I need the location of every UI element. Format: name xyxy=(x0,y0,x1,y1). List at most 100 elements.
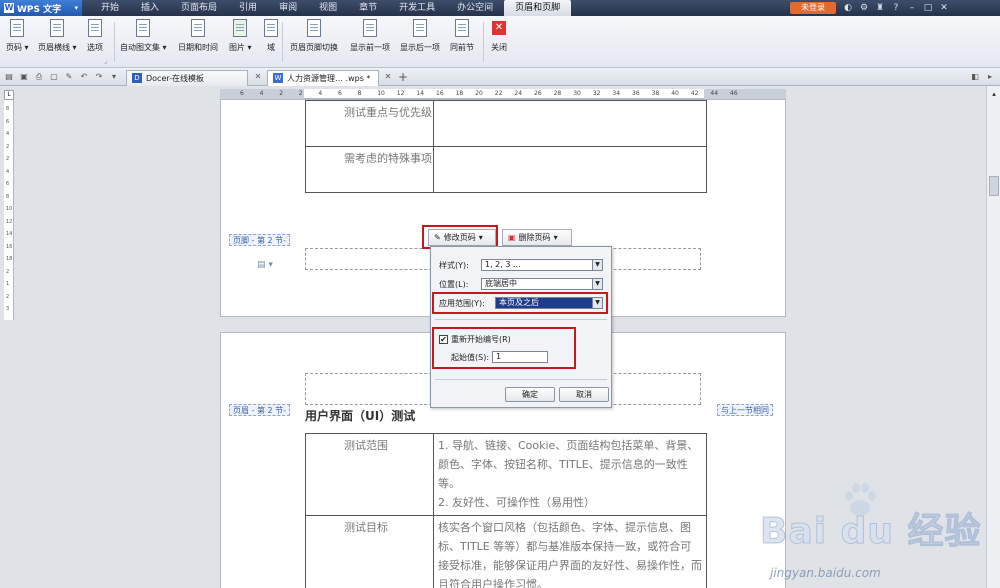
maximize-icon[interactable]: □ xyxy=(922,1,934,15)
tab-header-footer[interactable]: 页眉和页脚 xyxy=(504,0,572,16)
ruler-tick-label: 10 xyxy=(6,206,13,212)
ruler-tick-label: 4 xyxy=(259,90,264,97)
baidu-watermark: Bai du 经验 jingyan.baidu.com xyxy=(760,480,990,588)
ruler-tick-label: 2 xyxy=(6,293,10,300)
auto-text-button[interactable]: 自动图文集 ▾ xyxy=(120,19,167,53)
tab-view[interactable]: 视图 xyxy=(308,0,348,16)
tab-close-icon[interactable]: ✕ xyxy=(252,71,264,83)
show-previous-button[interactable]: 显示前一项 xyxy=(350,19,390,53)
dialog-divider xyxy=(435,319,607,320)
tab-developer[interactable]: 开发工具 xyxy=(388,0,446,16)
table-cell[interactable]: 核实各个窗口风格（包括颜色、字体、提示信息、图标、TITLE 等等）都与基准版本… xyxy=(433,515,707,588)
chevron-down-icon[interactable]: ▾ xyxy=(108,71,120,83)
ruler-tick-label: 28 xyxy=(553,90,562,97)
horizontal-ruler[interactable]: 6 4 2 2 4 6 8 10 12 14 16 18 20 22 24 26 28 30 32 34 36 38 40 4… xyxy=(220,89,786,99)
ruler-tick-label: 26 xyxy=(534,90,542,97)
save-icon[interactable]: ▣ xyxy=(18,71,30,83)
ruler-tick-label: 14 xyxy=(6,231,13,237)
ok-button[interactable]: 确定 xyxy=(505,387,555,402)
minimize-icon[interactable]: – xyxy=(906,1,918,15)
tab-insert[interactable]: 插入 xyxy=(130,0,170,16)
position-select[interactable]: 底端居中 ▼ xyxy=(481,278,603,290)
wps-logo-icon: W xyxy=(4,3,14,13)
ruler-tick-label: 4 xyxy=(318,90,323,97)
panel-toggle-icon[interactable]: ◧ xyxy=(969,71,981,83)
section-heading[interactable]: 用户界面（UI）测试 xyxy=(305,407,415,424)
scroll-up-icon[interactable]: ▴ xyxy=(989,90,999,100)
tab-references[interactable]: 引用 xyxy=(228,0,268,16)
docer-logo-icon: D xyxy=(132,73,142,83)
delete-page-number-button[interactable]: ▣ 删除页码 ▾ xyxy=(502,229,572,246)
table-cell[interactable]: 测试范围 xyxy=(305,433,434,516)
tab-docer-templates[interactable]: D Docer-在线模板 xyxy=(126,69,248,86)
tab-home[interactable]: 开始 xyxy=(90,0,130,16)
header-line-button[interactable]: 页眉横线 ▾ xyxy=(38,19,77,53)
ribbon-divider xyxy=(483,22,484,62)
table-cell[interactable]: 测试重点与优先级 xyxy=(305,100,434,147)
table-row: 测试目标 核实各个窗口风格（包括颜色、字体、提示信息、图标、TITLE 等等）都… xyxy=(305,515,707,588)
ruler-tick-label: 14 xyxy=(416,90,425,97)
table-cell[interactable] xyxy=(433,100,707,147)
tab-layout[interactable]: 页面布局 xyxy=(170,0,228,16)
ruler-tick-label: 32 xyxy=(592,90,601,97)
panel-arrow-icon[interactable]: ▸ xyxy=(984,71,996,83)
ruler-tick-label: 30 xyxy=(573,90,581,97)
ruler-tick-label: 1 xyxy=(6,281,10,287)
delete-icon: ▣ xyxy=(508,233,516,242)
tab-stop-icon[interactable]: L xyxy=(4,90,14,100)
page-number-icon xyxy=(10,19,25,37)
tab-office-space[interactable]: 办公空间 xyxy=(446,0,504,16)
redo-icon[interactable]: ↷ xyxy=(93,71,105,83)
scrollbar-thumb[interactable] xyxy=(989,176,999,196)
tab-hr-document[interactable]: W 人力资源管理… .wps * xyxy=(267,69,379,86)
style-select[interactable]: 1, 2, 3 ... ▼ xyxy=(481,259,603,271)
chevron-down-icon[interactable]: ▼ xyxy=(592,279,602,289)
header-section-label: 页眉 - 第 2 节- xyxy=(229,404,291,416)
chevron-down-icon[interactable]: ▼ xyxy=(592,260,602,270)
date-time-button[interactable]: 日期和时间 xyxy=(178,19,218,53)
wps-doc-icon: W xyxy=(273,73,283,83)
paragraph-icon[interactable]: ▤ ▾ xyxy=(257,260,273,270)
table-cell[interactable]: 测试目标 xyxy=(305,515,434,588)
login-button[interactable]: 未登录 xyxy=(790,2,836,14)
cancel-button[interactable]: 取消 xyxy=(559,387,609,402)
close-window-icon[interactable]: ✕ xyxy=(938,1,950,15)
tab-close-icon[interactable]: ✕ xyxy=(382,71,394,83)
skin-icon[interactable]: ◐ xyxy=(842,1,854,15)
ruler-tick-label: 2 xyxy=(298,90,303,97)
switch-header-footer-button[interactable]: 页眉页脚切换 xyxy=(290,19,338,53)
settings-icon[interactable]: ⚙ xyxy=(858,1,870,15)
watermark-url: jingyan.baidu.com xyxy=(770,566,881,580)
print-icon[interactable]: ⎙ xyxy=(33,71,45,83)
format-painter-icon[interactable]: ✎ xyxy=(63,71,75,83)
table-cell[interactable] xyxy=(433,146,707,193)
close-header-footer-button[interactable]: ✕ 关闭 xyxy=(490,19,508,53)
ruler-tick-label: 2 xyxy=(6,156,10,162)
table-cell[interactable]: 需考虑的特殊事项 xyxy=(305,146,434,193)
tab-section[interactable]: 章节 xyxy=(348,0,388,16)
app-menu-button[interactable]: W WPS 文字 ▾ xyxy=(0,0,82,16)
footer-section-label: 页脚 - 第 2 节- xyxy=(229,234,291,246)
show-next-button[interactable]: 显示后一项 xyxy=(400,19,440,53)
field-button[interactable]: 域 xyxy=(262,19,280,53)
print-preview-icon[interactable]: ▢ xyxy=(48,71,60,83)
ruler-tick-label: 38 xyxy=(651,90,660,97)
page-number-button[interactable]: 页码 ▾ xyxy=(6,19,29,53)
same-as-previous-button[interactable]: 同前节 xyxy=(450,19,474,53)
picture-button[interactable]: 图片 ▾ xyxy=(229,19,252,53)
dialog-launcher-icon[interactable]: ⌟ xyxy=(104,58,107,65)
menu-bar: W WPS 文字 ▾ 开始 插入 页面布局 引用 审阅 视图 章节 开发工具 办… xyxy=(0,0,1000,16)
ruler-tick-label: 2 xyxy=(279,90,284,97)
help-icon[interactable]: ? xyxy=(890,1,902,15)
table-row: 测试重点与优先级 xyxy=(305,100,707,147)
header-line-icon xyxy=(50,19,65,37)
vertical-ruler[interactable]: 8 6 4 2 2 4 6 8 10 12 14 16 18 2 1 2 3 xyxy=(4,90,14,320)
open-folder-icon[interactable]: ▤ xyxy=(3,71,15,83)
shirt-icon[interactable]: ♜ xyxy=(874,1,886,15)
options-button[interactable]: 选项 xyxy=(86,19,104,53)
table-cell[interactable]: 1. 导航、链接、Cookie、页面结构包括菜单、背景、颜色、字体、按钮名称、T… xyxy=(433,433,707,516)
new-tab-icon[interactable]: + xyxy=(397,71,409,83)
undo-icon[interactable]: ↶ xyxy=(78,71,90,83)
tab-review[interactable]: 审阅 xyxy=(268,0,308,16)
app-name: WPS 文字 xyxy=(17,4,62,15)
